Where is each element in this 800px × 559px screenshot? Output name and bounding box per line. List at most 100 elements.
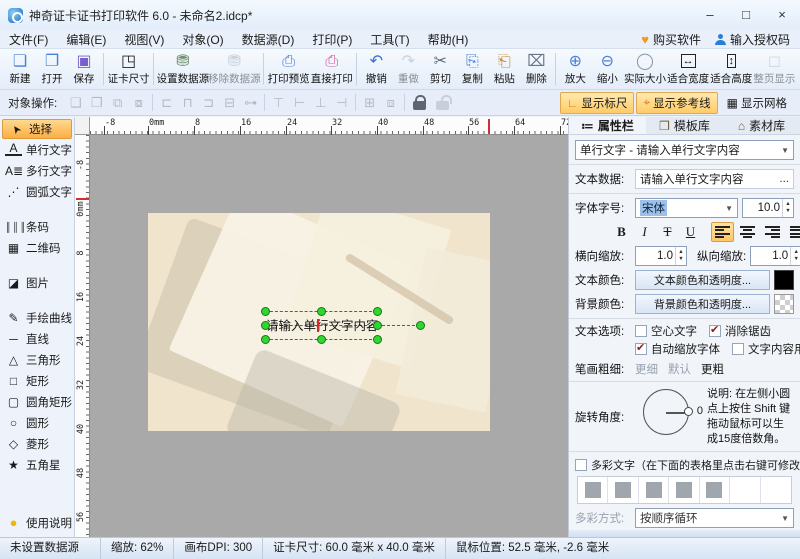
save-button[interactable]: ▣ 保存 <box>68 51 100 87</box>
stroke-default-link[interactable]: 默认 <box>668 361 691 377</box>
text-as-qrcode-checkbox[interactable]: 文字内容用于二维码 <box>732 341 800 357</box>
bg-color-button[interactable]: 背景颜色和透明度... <box>635 294 770 314</box>
align-bottom-button[interactable]: ⊥ <box>310 95 331 111</box>
bring-forward-button[interactable]: ⧉ <box>107 95 128 111</box>
delete-button[interactable]: ⌧ 删除 <box>520 51 552 87</box>
text-element-content[interactable]: 请输入单行文字内容 <box>266 315 379 334</box>
triangle-tool[interactable]: △ 三角形 <box>0 349 74 370</box>
card-size-button[interactable]: ◳ 证卡尺寸 <box>107 51 150 87</box>
auto-scale-font-checkbox[interactable]: 自动缩放字体 <box>635 341 720 357</box>
fit-page-button[interactable]: ◻ 整页显示 <box>753 51 796 87</box>
equal-width-button[interactable]: ⊟ <box>219 95 240 111</box>
circle-tool[interactable]: ○ 圆形 <box>0 412 74 433</box>
image-tool[interactable]: ◪ 图片 <box>0 272 74 293</box>
text-color-button[interactable]: 文本颜色和透明度... <box>635 270 770 290</box>
color-cell[interactable] <box>578 477 608 503</box>
barcode-tool[interactable]: ║║║ 条码 <box>0 216 74 237</box>
multicolor-mode-dropdown[interactable]: 按顺序循环 ▼ <box>635 508 794 528</box>
menu-item[interactable]: 工具(T) <box>361 33 418 47</box>
font-size-spinner[interactable]: 10.0 ▲▼ <box>742 198 794 218</box>
align-right-button[interactable]: ⊐ <box>198 95 219 111</box>
redo-button[interactable]: ↷ 重做 <box>392 51 424 87</box>
send-backward-button[interactable]: ⧇ <box>128 95 149 111</box>
handle-top-right[interactable] <box>373 307 382 316</box>
stroke-thicker-link[interactable]: 更粗 <box>701 361 724 377</box>
handle-middle-left[interactable] <box>261 321 270 330</box>
color-cell[interactable] <box>669 477 699 503</box>
hollow-text-checkbox[interactable]: 空心文字 <box>635 323 697 339</box>
rotation-dial[interactable]: 0 <box>643 389 689 435</box>
rotation-dial-handle[interactable] <box>684 407 693 416</box>
set-datasource-button[interactable]: ⛃ 设置数据源 <box>157 51 208 87</box>
maximize-button[interactable]: □ <box>728 0 764 30</box>
menu-item[interactable]: 对象(O) <box>173 33 232 47</box>
menu-item[interactable]: 文件(F) <box>0 33 57 47</box>
selected-text-element[interactable]: 请输入单行文字内容 <box>265 311 377 339</box>
qrcode-tool[interactable]: ▦ 二维码 <box>0 237 74 258</box>
color-cell[interactable] <box>761 477 791 503</box>
underline-button[interactable]: U <box>680 222 701 242</box>
star-tool[interactable]: ★ 五角星 <box>0 454 74 475</box>
menu-item[interactable]: 编辑(E) <box>57 33 115 47</box>
equal-height-button[interactable]: ⊣ <box>331 95 352 111</box>
bold-button[interactable]: B <box>611 222 632 242</box>
minimize-button[interactable]: – <box>692 0 728 30</box>
line-tool[interactable]: ─ 直线 <box>0 328 74 349</box>
help-button[interactable]: ● 使用说明 <box>0 512 74 533</box>
strikethrough-button[interactable]: T <box>657 222 678 242</box>
open-button[interactable]: ❐ 打开 <box>36 51 68 87</box>
rotation-handle[interactable] <box>416 321 425 330</box>
handle-top-left[interactable] <box>261 307 270 316</box>
color-cell[interactable] <box>608 477 638 503</box>
text-color-swatch[interactable] <box>774 270 794 290</box>
color-cell[interactable] <box>730 477 760 503</box>
antialias-checkbox[interactable]: 消除锯齿 <box>709 323 771 339</box>
close-button[interactable]: × <box>764 0 800 30</box>
fit-height-button[interactable]: ↕ 适合高度 <box>710 51 753 87</box>
align-middle-button[interactable]: ⊢ <box>289 95 310 111</box>
enter-license-button[interactable]: 输入授权码 <box>715 31 790 48</box>
menu-item[interactable]: 视图(V) <box>115 33 173 47</box>
freehand-curve-tool[interactable]: ✎ 手绘曲线 <box>0 307 74 328</box>
select-tool[interactable]: ➤ 选择 <box>2 119 72 139</box>
remove-datasource-button[interactable]: ⛃ 移除数据源 <box>209 51 260 87</box>
spinner-arrows-icon[interactable]: ▲▼ <box>782 199 793 217</box>
menu-item[interactable]: 打印(P) <box>303 33 361 47</box>
show-grid-toggle[interactable]: ▦ 显示网格 <box>720 92 794 114</box>
ellipsis-button[interactable]: ... <box>779 173 789 185</box>
tab-properties[interactable]: ≔ 属性栏 <box>569 117 646 134</box>
handle-bottom-right[interactable] <box>373 335 382 344</box>
align-left-button[interactable] <box>711 222 734 242</box>
buy-software-button[interactable]: ♥ 购买软件 <box>641 31 701 48</box>
paste-button[interactable]: ⎗ 粘贴 <box>488 51 520 87</box>
italic-button[interactable]: I <box>634 222 655 242</box>
new-button[interactable]: ❏ 新建 <box>4 51 36 87</box>
print-preview-button[interactable]: ⎙ 打印预览 <box>267 51 310 87</box>
stroke-thinner-link[interactable]: 更细 <box>635 361 658 377</box>
group-button[interactable]: ⧈ <box>380 95 401 111</box>
handle-bottom-left[interactable] <box>261 335 270 344</box>
tab-material-library[interactable]: ⌂ 素材库 <box>723 117 800 134</box>
undo-button[interactable]: ↶ 撤销 <box>360 51 392 87</box>
text-data-input[interactable]: 请输入单行文字内容 ... <box>635 169 794 189</box>
object-selector-dropdown[interactable]: 单行文字 - 请输入单行文字内容 ▼ <box>575 140 794 160</box>
bring-to-front-button[interactable]: ❑ <box>65 95 86 111</box>
align-center-h-button[interactable]: ⊓ <box>177 95 198 111</box>
font-family-dropdown[interactable]: 宋体 ▼ <box>635 198 738 218</box>
menu-item[interactable]: 数据源(D) <box>233 33 304 47</box>
handle-top-center[interactable] <box>317 307 326 316</box>
diamond-tool[interactable]: ◇ 菱形 <box>0 433 74 454</box>
show-guides-toggle[interactable]: ⌖ 显示参考线 <box>636 92 717 114</box>
arc-text-tool[interactable]: ⋰ 圆弧文字 <box>0 181 74 202</box>
actual-size-button[interactable]: ◯ 实际大小 <box>623 51 666 87</box>
direct-print-button[interactable]: ⎙ 直接打印 <box>310 51 353 87</box>
same-size-button[interactable]: ⊞ <box>359 95 380 111</box>
equal-h-spacing-button[interactable]: ⊶ <box>240 95 261 111</box>
cut-button[interactable]: ✂ 剪切 <box>424 51 456 87</box>
unlock-icon[interactable] <box>436 101 449 110</box>
tab-template-library[interactable]: ❒ 模板库 <box>646 117 723 134</box>
lock-icon[interactable] <box>413 101 426 110</box>
bg-color-swatch[interactable] <box>774 294 794 314</box>
color-cell[interactable] <box>639 477 669 503</box>
zoom-out-button[interactable]: ⊖ 缩小 <box>591 51 623 87</box>
